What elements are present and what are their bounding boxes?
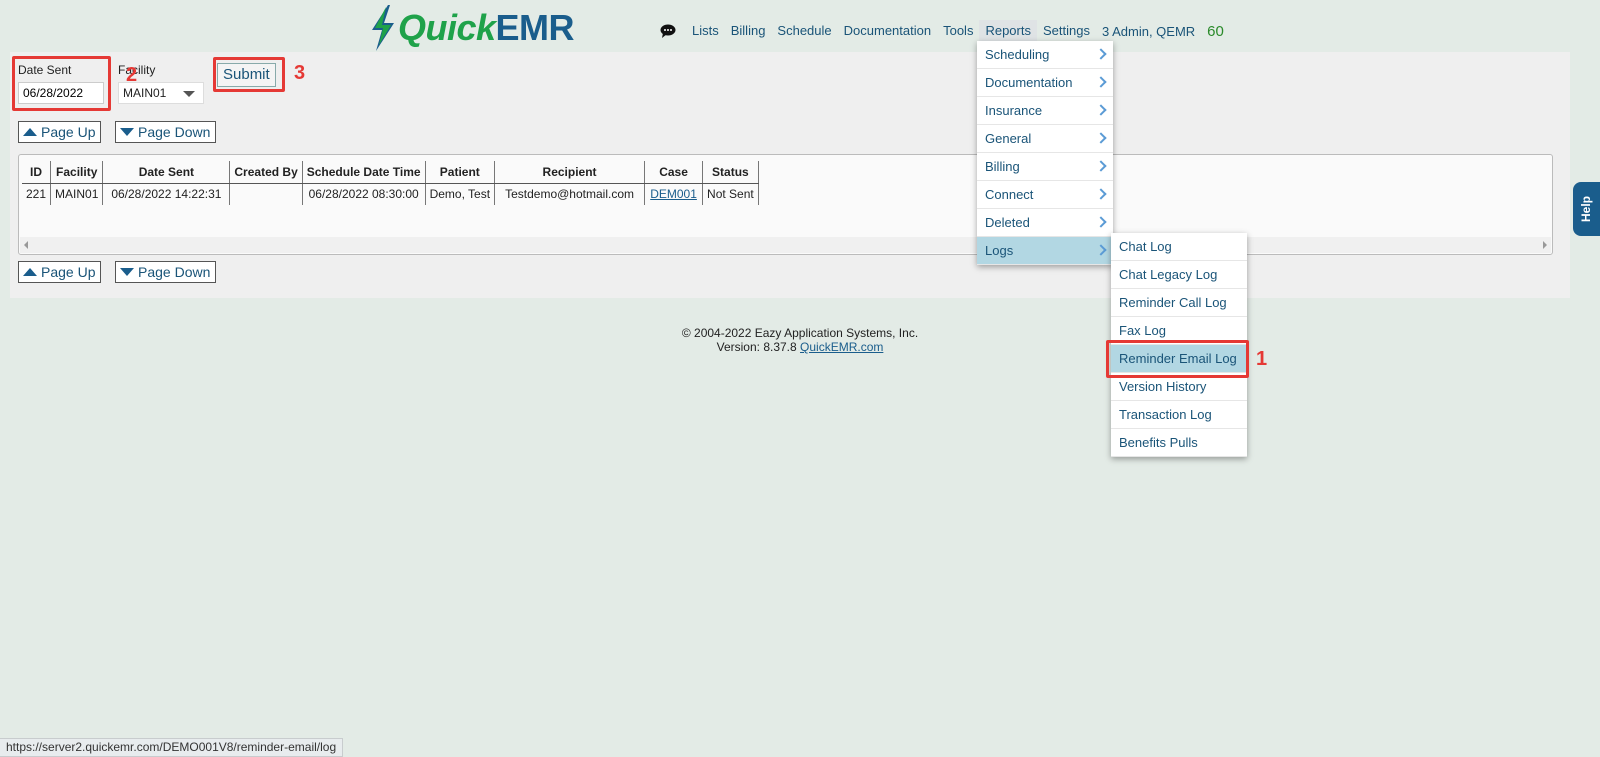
browser-status-url: https://server2.quickemr.com/DEMO001V8/r… [0, 738, 344, 757]
annotation-number-2: 2 [126, 64, 138, 86]
submenu-chat-log[interactable]: Chat Log [1111, 233, 1247, 261]
nav-schedule[interactable]: Schedule [771, 20, 837, 42]
col-facility[interactable]: Facility [50, 161, 104, 184]
menu-item-deleted[interactable]: Deleted [977, 209, 1113, 237]
menu-item-label: Billing [985, 159, 1020, 174]
page-up-label: Page Up [41, 124, 96, 140]
submenu-transaction-log[interactable]: Transaction Log [1111, 401, 1247, 429]
annotation-box-3 [213, 57, 285, 92]
annotation-box-1 [1106, 340, 1249, 378]
submenu-reminder-call-log[interactable]: Reminder Call Log [1111, 289, 1247, 317]
copyright-text: © 2004-2022 Eazy Application Systems, In… [681, 326, 919, 340]
col-patient[interactable]: Patient [425, 161, 496, 184]
results-table: ID Facility Date Sent Created By Schedul… [22, 161, 759, 205]
nav-tools[interactable]: Tools [937, 20, 979, 42]
page-down-label: Page Down [138, 264, 211, 280]
brand-emr: EMR [495, 7, 575, 48]
version-text: Version: 8.37.8 [716, 340, 797, 354]
nav-settings[interactable]: Settings [1037, 20, 1096, 42]
menu-item-billing[interactable]: Billing [977, 153, 1113, 181]
submenu-benefits-pulls[interactable]: Benefits Pulls [1111, 429, 1247, 457]
chevron-right-icon [1095, 104, 1107, 116]
col-case[interactable]: Case [644, 161, 704, 184]
scroll-left-icon[interactable] [24, 241, 28, 249]
menu-item-label: Connect [985, 187, 1034, 202]
col-id[interactable]: ID [22, 161, 52, 184]
page-up-label: Page Up [41, 264, 96, 280]
table-row: 221 MAIN01 06/28/2022 14:22:31 06/28/202… [22, 183, 759, 205]
chevron-right-icon [1095, 244, 1107, 256]
col-status[interactable]: Status [702, 161, 759, 184]
version-line: Version: 8.37.8 QuickEMR.com [600, 340, 1000, 354]
top-navigation: Lists Billing Schedule Documentation Too… [660, 20, 1224, 42]
arrow-down-icon [120, 268, 134, 276]
annotation-number-1: 1 [1256, 348, 1268, 370]
dropdown-caret-icon [183, 91, 195, 97]
page-down-label: Page Down [138, 124, 211, 140]
horizontal-scrollbar[interactable] [20, 237, 1551, 253]
menu-item-label: General [985, 131, 1032, 146]
user-name[interactable]: 3 Admin, QEMR [1096, 24, 1201, 39]
lightning-bolt-icon [372, 5, 394, 51]
menu-item-label: Documentation [985, 75, 1073, 90]
chevron-right-icon [1095, 132, 1107, 144]
menu-item-label: Insurance [985, 103, 1043, 118]
nav-reports[interactable]: Reports [979, 20, 1037, 42]
nav-billing[interactable]: Billing [725, 20, 772, 42]
help-tab[interactable]: Help [1573, 182, 1600, 236]
col-recipient[interactable]: Recipient [494, 161, 646, 184]
chevron-right-icon [1095, 216, 1107, 228]
chevron-right-icon [1095, 188, 1107, 200]
cell-case-link[interactable]: DEM001 [644, 183, 704, 205]
annotation-number-3: 3 [294, 62, 306, 84]
table-header-row: ID Facility Date Sent Created By Schedul… [22, 161, 759, 184]
chevron-right-icon [1095, 76, 1107, 88]
quickemr-logo[interactable]: Quick EMR [368, 4, 575, 52]
cell-facility: MAIN01 [50, 183, 104, 205]
menu-item-label: Scheduling [985, 47, 1050, 62]
menu-item-connect[interactable]: Connect [977, 181, 1113, 209]
arrow-up-icon [23, 268, 37, 276]
arrow-down-icon [120, 128, 134, 136]
submenu-chat-legacy-log[interactable]: Chat Legacy Log [1111, 261, 1247, 289]
col-created-by[interactable]: Created By [229, 161, 303, 184]
menu-item-documentation[interactable]: Documentation [977, 69, 1113, 97]
cell-status: Not Sent [702, 183, 759, 205]
menu-item-label: Deleted [985, 215, 1030, 230]
arrow-up-icon [23, 128, 37, 136]
page-up-button-top[interactable]: Page Up [18, 121, 102, 143]
reports-menu: Scheduling Documentation Insurance Gener… [977, 41, 1113, 265]
menu-item-label: Logs [985, 243, 1014, 258]
scroll-right-icon[interactable] [1543, 241, 1547, 249]
menu-item-insurance[interactable]: Insurance [977, 97, 1113, 125]
footer: © 2004-2022 Eazy Application Systems, In… [600, 326, 1000, 354]
chevron-right-icon [1095, 48, 1107, 60]
menu-item-general[interactable]: General [977, 125, 1113, 153]
page-down-button-bottom[interactable]: Page Down [115, 261, 217, 283]
brand-quick: Quick [398, 7, 496, 48]
results-table-container: ID Facility Date Sent Created By Schedul… [18, 154, 1553, 255]
nav-lists[interactable]: Lists [686, 20, 725, 42]
session-counter: 60 [1207, 22, 1224, 40]
cell-recipient: Testdemo@hotmail.com [494, 183, 646, 205]
quickemr-link[interactable]: QuickEMR.com [800, 340, 883, 354]
cell-date-sent: 06/28/2022 14:22:31 [102, 183, 231, 205]
menu-item-scheduling[interactable]: Scheduling [977, 41, 1113, 69]
cell-created-by [229, 183, 303, 205]
page-up-button-bottom[interactable]: Page Up [18, 261, 102, 283]
menu-item-logs[interactable]: Logs [977, 237, 1113, 265]
col-date-sent[interactable]: Date Sent [102, 161, 231, 184]
col-schedule-date-time[interactable]: Schedule Date Time [302, 161, 426, 184]
cell-patient: Demo, Test [425, 183, 496, 205]
page-down-button-top[interactable]: Page Down [115, 121, 217, 143]
cell-schedule-date-time: 06/28/2022 08:30:00 [302, 183, 426, 205]
chat-icon[interactable] [660, 24, 676, 38]
nav-documentation[interactable]: Documentation [838, 20, 937, 42]
chevron-right-icon [1095, 160, 1107, 172]
facility-selected-value: MAIN01 [123, 86, 167, 100]
annotation-box-2 [12, 56, 111, 111]
cell-id: 221 [22, 183, 52, 205]
help-label: Help [1579, 195, 1594, 223]
